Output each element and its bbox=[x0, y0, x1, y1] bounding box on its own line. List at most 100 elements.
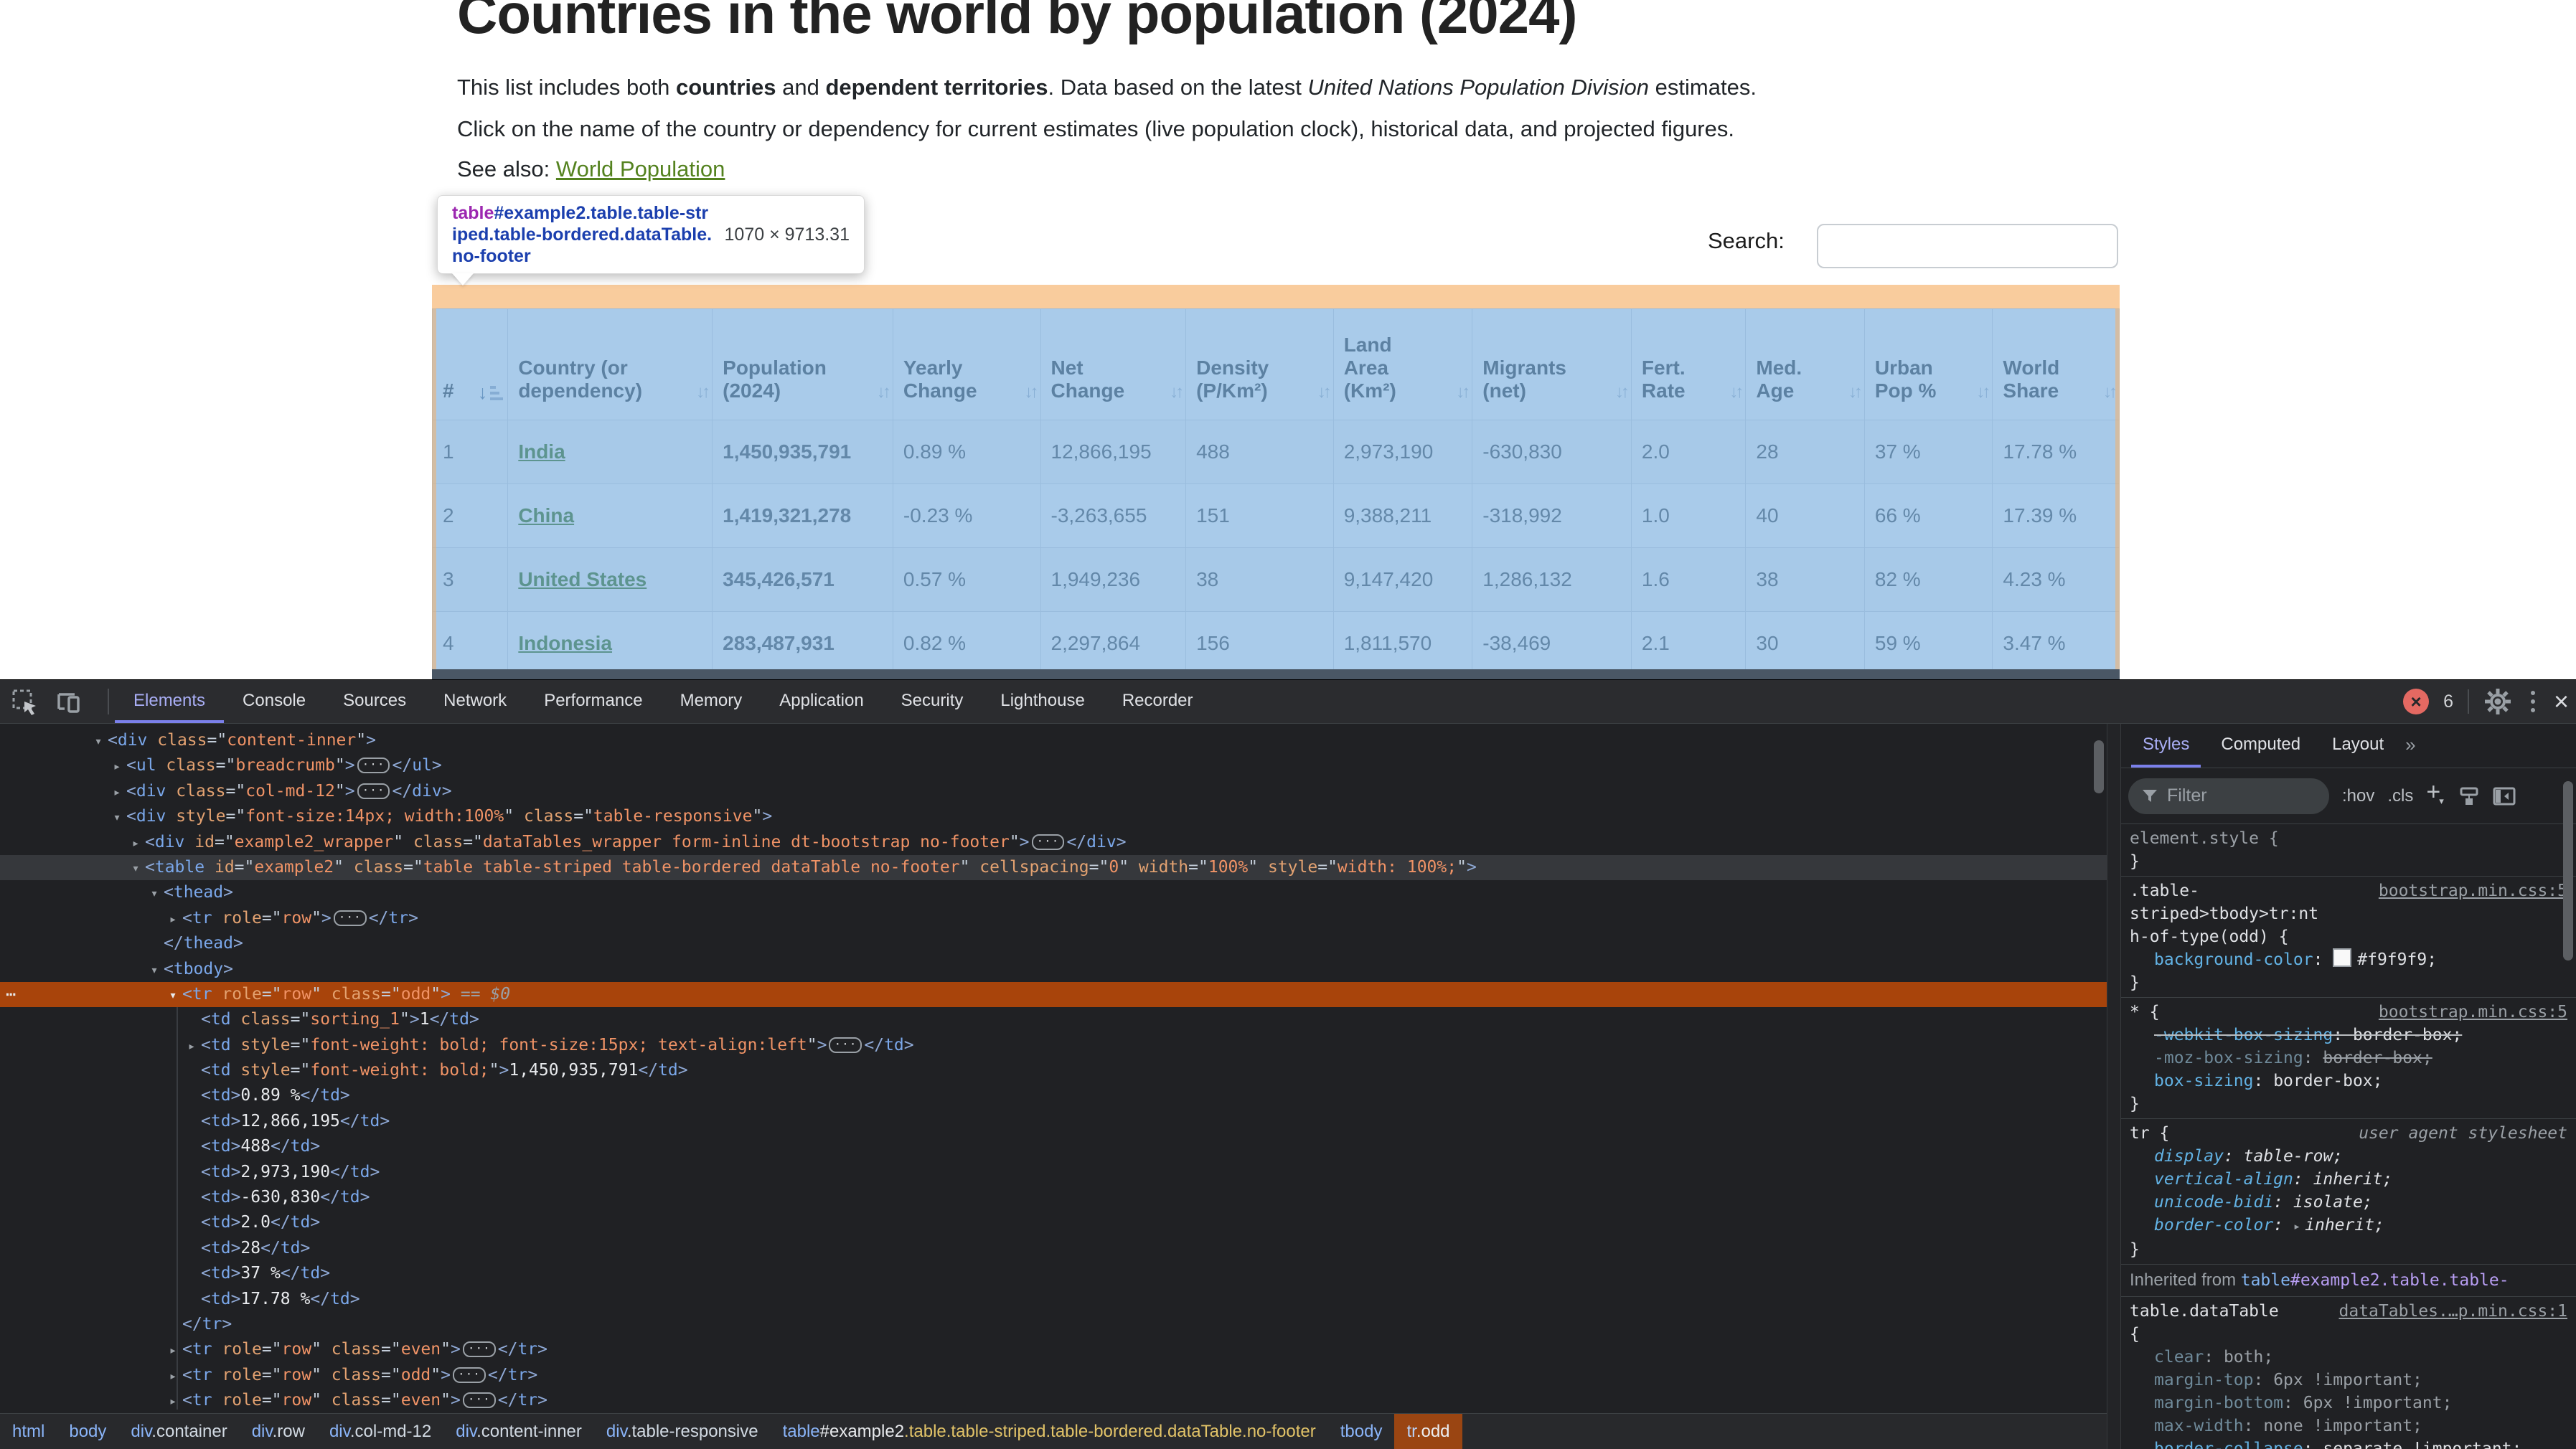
close-devtools-icon[interactable]: × bbox=[2554, 689, 2569, 714]
dom-line[interactable]: ▸<ul class="breadcrumb">···</ul> bbox=[0, 753, 2107, 778]
css-property[interactable]: border-color: ▸inherit; bbox=[2130, 1214, 2567, 1238]
tree-scrollbar[interactable] bbox=[2094, 730, 2104, 1405]
styles-pane-tab-layout[interactable]: Layout bbox=[2316, 724, 2399, 768]
dom-line[interactable]: <td>2.0</td> bbox=[0, 1210, 2107, 1235]
dom-line[interactable]: ▸<tr role="row" class="even">···</tr> bbox=[0, 1388, 2107, 1413]
css-property[interactable]: -moz-box-sizing: border-box; bbox=[2130, 1047, 2567, 1070]
country-link[interactable]: United States bbox=[518, 568, 647, 590]
expand-arrow-icon[interactable]: ▸ bbox=[108, 754, 126, 779]
toggle-hov-button[interactable]: :hov bbox=[2342, 786, 2374, 806]
column-header[interactable]: Fert. Rate↓↑ bbox=[1631, 309, 1745, 420]
collapse-arrow-icon[interactable]: ▾ bbox=[164, 983, 182, 1008]
breadcrumb-item[interactable]: div.col-md-12 bbox=[317, 1414, 443, 1449]
css-property[interactable]: vertical-align: inherit; bbox=[2130, 1168, 2567, 1191]
css-selector[interactable]: * { bbox=[2130, 1003, 2160, 1021]
column-header[interactable]: Net Change↓↑ bbox=[1040, 309, 1186, 420]
more-panels-icon[interactable]: » bbox=[2399, 724, 2421, 768]
breadcrumb-item[interactable]: div.content-inner bbox=[443, 1414, 594, 1449]
dom-line[interactable]: <td>37 %</td> bbox=[0, 1261, 2107, 1286]
stylesheet-link[interactable]: bootstrap.min.css:5 bbox=[2379, 879, 2567, 902]
breadcrumb-item[interactable]: tr.odd bbox=[1394, 1414, 1462, 1449]
css-selector[interactable]: striped>tbody>tr:nt bbox=[2130, 905, 2318, 923]
devtools-tab-security[interactable]: Security bbox=[883, 680, 982, 723]
devtools-tab-lighthouse[interactable]: Lighthouse bbox=[982, 680, 1103, 723]
devtools-tab-elements[interactable]: Elements bbox=[115, 680, 224, 723]
breadcrumb-item[interactable]: div.container bbox=[118, 1414, 239, 1449]
inline-ellipsis-button[interactable]: ··· bbox=[334, 910, 367, 926]
more-options-icon[interactable] bbox=[2526, 691, 2539, 712]
inline-ellipsis-button[interactable]: ··· bbox=[463, 1392, 496, 1408]
collapse-arrow-icon[interactable]: ▾ bbox=[145, 881, 164, 906]
dom-line[interactable]: ▸<td style="font-weight: bold; font-size… bbox=[0, 1033, 2107, 1058]
dom-line[interactable]: ▸<tr role="row">···</tr> bbox=[0, 906, 2107, 931]
dom-line[interactable]: ▾<tbody> bbox=[0, 957, 2107, 982]
css-property[interactable]: clear: both; bbox=[2130, 1346, 2567, 1369]
breadcrumb-item[interactable]: table#example2.table.table-striped.table… bbox=[771, 1414, 1328, 1449]
rendering-brush-icon[interactable] bbox=[2458, 785, 2480, 807]
expand-arrow-icon[interactable]: ▸ bbox=[164, 1338, 182, 1363]
expand-arrow-icon[interactable]: ▸ bbox=[126, 831, 145, 856]
settings-gear-icon[interactable] bbox=[2483, 687, 2512, 716]
collapse-arrow-icon[interactable]: ▾ bbox=[108, 805, 126, 830]
breadcrumb-item[interactable]: tbody bbox=[1328, 1414, 1395, 1449]
dom-line[interactable]: ▸<div class="col-md-12">···</div> bbox=[0, 779, 2107, 804]
collapse-arrow-icon[interactable]: ▾ bbox=[89, 729, 108, 754]
column-header[interactable]: Urban Pop %↓↑ bbox=[1864, 309, 1993, 420]
dom-line[interactable]: <td>-630,830</td> bbox=[0, 1185, 2107, 1210]
expand-arrow-icon[interactable]: ▸ bbox=[108, 780, 126, 805]
css-property[interactable]: max-width: none !important; bbox=[2130, 1415, 2567, 1438]
dom-line[interactable]: <td>488</td> bbox=[0, 1134, 2107, 1159]
dom-line[interactable]: ▾<thead> bbox=[0, 880, 2107, 905]
collapse-arrow-icon[interactable]: ▾ bbox=[145, 958, 164, 983]
styles-pane-tab-computed[interactable]: Computed bbox=[2205, 724, 2316, 768]
column-header[interactable]: #↓ bbox=[433, 309, 508, 420]
breadcrumb-item[interactable]: div.row bbox=[240, 1414, 317, 1449]
inline-ellipsis-button[interactable]: ··· bbox=[463, 1341, 496, 1357]
breadcrumb-item[interactable]: body bbox=[57, 1414, 118, 1449]
inherited-node-link[interactable]: table bbox=[2241, 1271, 2290, 1290]
device-toolbar-icon[interactable] bbox=[56, 689, 83, 716]
filter-input[interactable]: Filter bbox=[2128, 778, 2329, 814]
css-property[interactable]: display: table-row; bbox=[2130, 1145, 2567, 1168]
dom-line[interactable]: ▸<div id="example2_wrapper" class="dataT… bbox=[0, 830, 2107, 855]
expand-arrow-icon[interactable]: ▸ bbox=[164, 907, 182, 932]
world-population-link[interactable]: World Population bbox=[556, 156, 725, 181]
expand-arrow-icon[interactable]: ▸ bbox=[164, 1389, 182, 1413]
country-link[interactable]: India bbox=[518, 440, 565, 463]
column-header[interactable]: Migrants (net)↓↑ bbox=[1472, 309, 1632, 420]
dom-line[interactable]: ▾<div class="content-inner"> bbox=[0, 728, 2107, 753]
column-header[interactable]: Med. Age↓↑ bbox=[1746, 309, 1864, 420]
column-header[interactable]: Density (P/Km²)↓↑ bbox=[1186, 309, 1334, 420]
country-link[interactable]: Indonesia bbox=[518, 632, 612, 654]
column-header[interactable]: Country (or dependency)↓↑ bbox=[508, 309, 713, 420]
dom-line[interactable]: </thead> bbox=[0, 931, 2107, 956]
inline-ellipsis-button[interactable]: ··· bbox=[357, 757, 390, 773]
dom-line[interactable]: ⋯▾<tr role="row" class="odd"> == $0 bbox=[0, 982, 2107, 1007]
dom-line[interactable]: ▸<tr role="row" class="even">···</tr> bbox=[0, 1337, 2107, 1362]
search-input[interactable] bbox=[1817, 224, 2118, 268]
column-header[interactable]: World Share↓↑ bbox=[1993, 309, 2120, 420]
devtools-tab-console[interactable]: Console bbox=[224, 680, 324, 723]
css-selector[interactable]: { bbox=[2130, 1325, 2140, 1344]
expand-arrow-icon[interactable]: ▸ bbox=[164, 1364, 182, 1389]
error-badge-icon[interactable]: × bbox=[2403, 689, 2429, 714]
devtools-tab-memory[interactable]: Memory bbox=[662, 680, 761, 723]
collapse-arrow-icon[interactable]: ▾ bbox=[126, 856, 145, 881]
devtools-tab-application[interactable]: Application bbox=[761, 680, 882, 723]
toggle-cls-button[interactable]: .cls bbox=[2387, 786, 2413, 806]
dom-line[interactable]: ▸<tr role="row" class="odd">···</tr> bbox=[0, 1363, 2107, 1388]
expand-arrow-icon[interactable]: ▸ bbox=[182, 1034, 201, 1059]
devtools-tab-recorder[interactable]: Recorder bbox=[1104, 680, 1212, 723]
dom-line[interactable]: <td>0.89 %</td> bbox=[0, 1083, 2107, 1108]
css-selector[interactable]: h-of-type(odd) { bbox=[2130, 928, 2289, 946]
dom-line[interactable]: <td class="sorting_1">1</td> bbox=[0, 1007, 2107, 1032]
css-property[interactable]: box-sizing: border-box; bbox=[2130, 1070, 2567, 1092]
css-property[interactable]: -webkit-box-sizing: border-box; bbox=[2130, 1024, 2567, 1047]
css-property[interactable]: border-collapse: separate !important; bbox=[2130, 1438, 2567, 1449]
devtools-tab-sources[interactable]: Sources bbox=[324, 680, 425, 723]
inline-ellipsis-button[interactable]: ··· bbox=[453, 1367, 486, 1383]
styles-scrollbar[interactable] bbox=[2563, 775, 2573, 1443]
country-link[interactable]: China bbox=[518, 504, 574, 527]
css-selector[interactable]: table.dataTable bbox=[2130, 1302, 2279, 1321]
css-property[interactable]: margin-top: 6px !important; bbox=[2130, 1369, 2567, 1392]
